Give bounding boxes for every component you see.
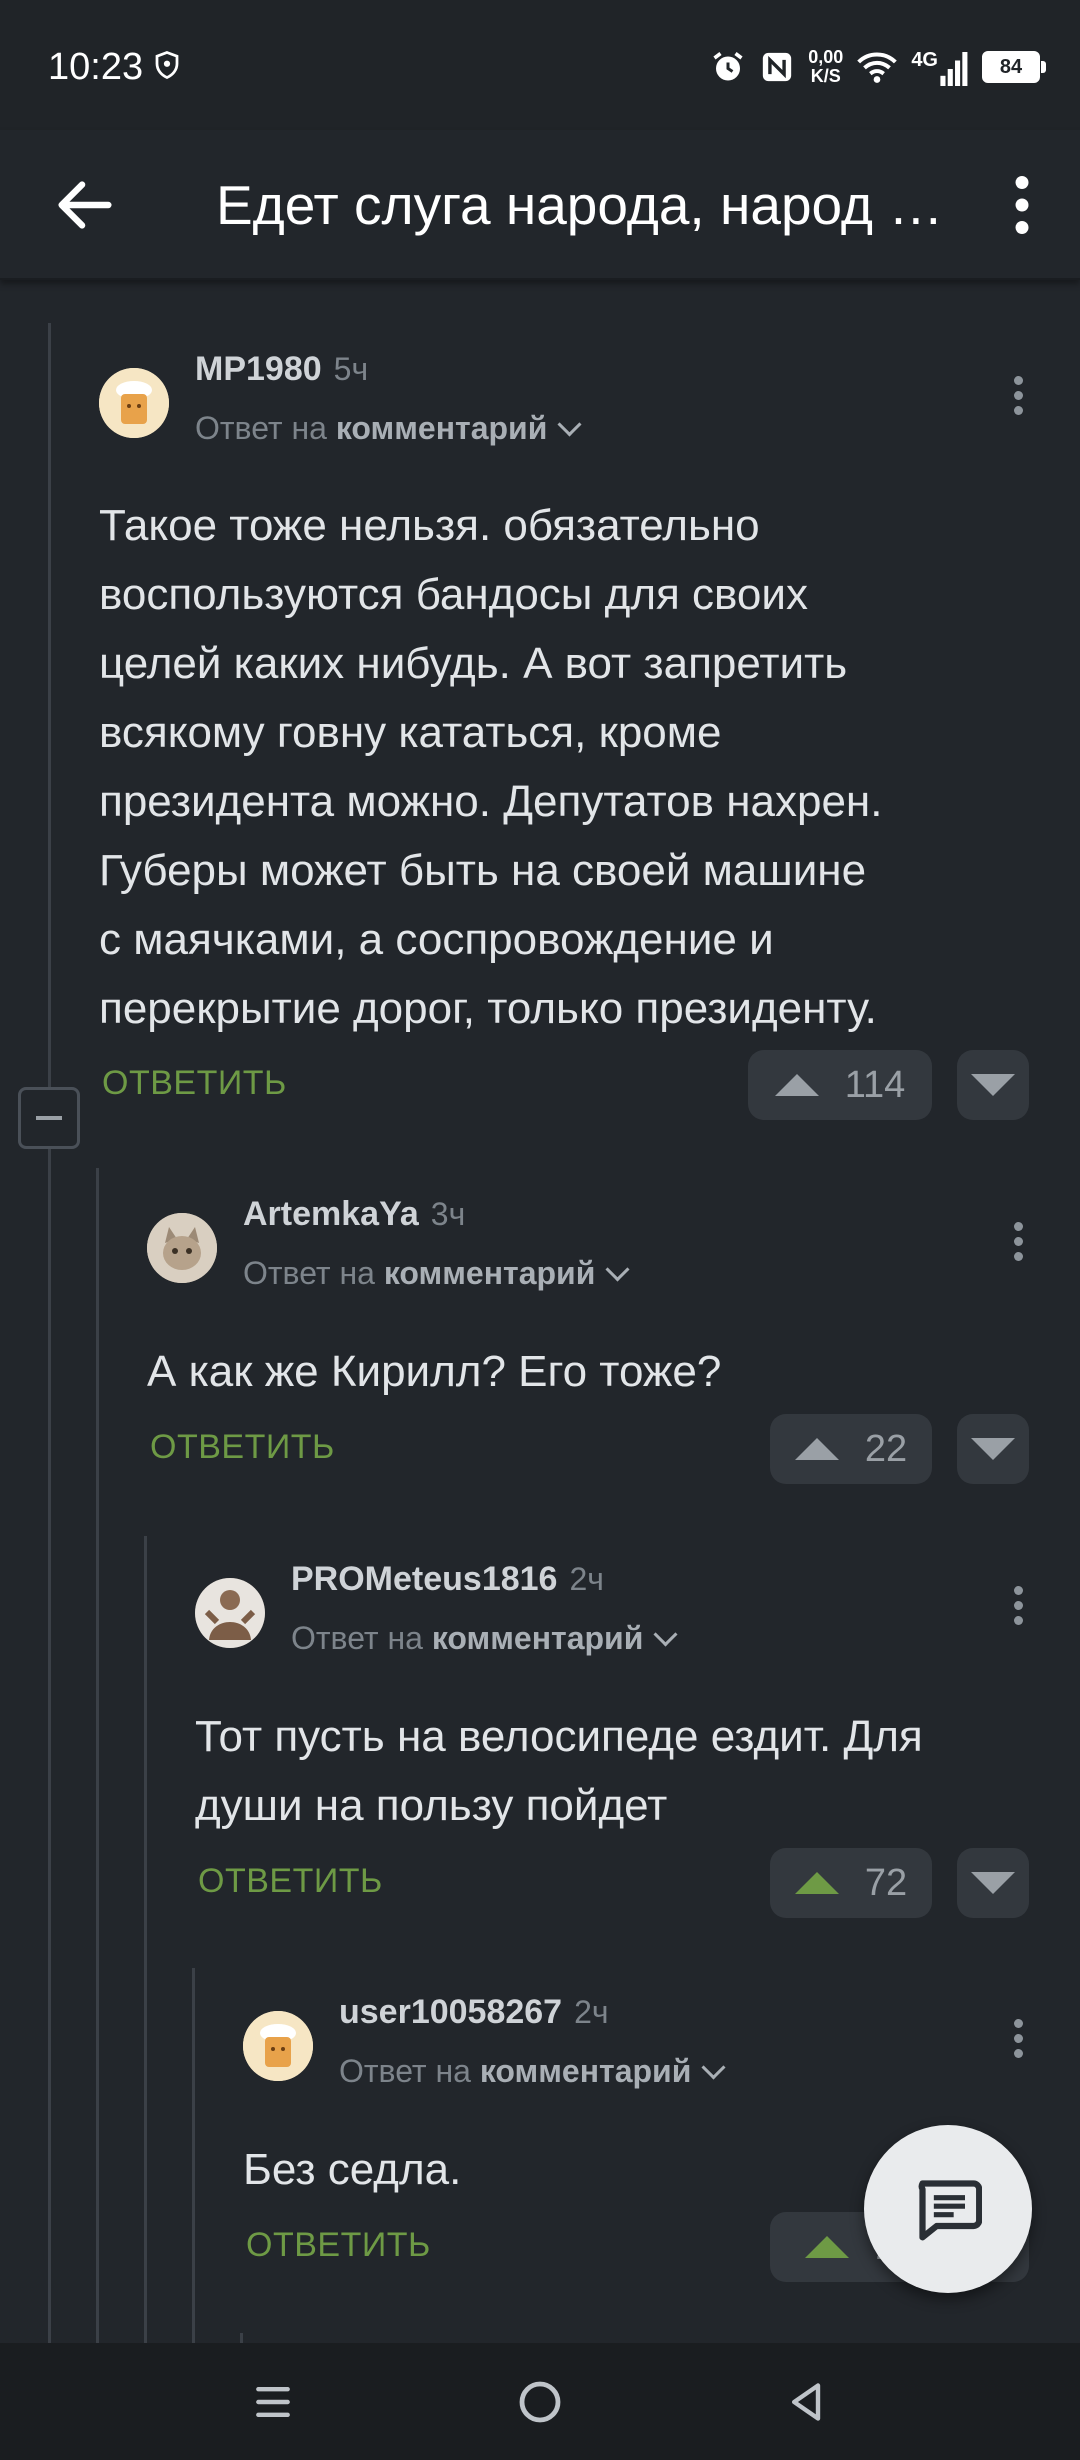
nfc-icon [763, 52, 792, 82]
alarm-icon [713, 52, 743, 81]
signal-icon: 4G [911, 49, 968, 86]
reply-to[interactable]: Ответ на комментарий [339, 2053, 726, 2090]
chef-avatar-icon [243, 2011, 313, 2081]
wifi-icon [857, 52, 898, 83]
chevron-down-icon[interactable] [701, 2055, 726, 2080]
avatar[interactable] [243, 2011, 313, 2081]
reply-target[interactable]: комментарий [480, 2053, 692, 2089]
recents-button[interactable] [233, 2362, 313, 2442]
chat-icon [918, 2180, 982, 2241]
home-circle-icon [519, 2381, 561, 2422]
back-triangle-icon [791, 2382, 820, 2421]
home-button[interactable] [500, 2362, 580, 2442]
reply-button[interactable]: ОТВЕТИТЬ [246, 2226, 431, 2265]
net-speed-value: 0,00 [808, 47, 844, 67]
comment: user10058267 2ч Ответ на комментарий Без … [0, 278, 1080, 2343]
comment-text: Без седла. [243, 2145, 462, 2194]
net-speed: 0,00 K/S [808, 48, 843, 86]
page-title: Едет слуга народа, народ стоит [216, 174, 946, 236]
username[interactable]: user10058267 [339, 1993, 562, 2031]
back-button[interactable] [767, 2362, 847, 2442]
net-speed-unit: K/S [810, 66, 841, 86]
status-icons: 0,00 K/S 4G 84 [710, 44, 1046, 90]
status-time: 10:23 [48, 46, 144, 88]
comment-thread[interactable]: MP1980 5ч Ответ на комментарий Такое тоже… [0, 278, 1080, 2343]
minus-icon [36, 1116, 62, 1120]
back-arrow-icon[interactable] [50, 170, 120, 240]
battery-icon: 84 [982, 51, 1046, 83]
collapse-thread-button[interactable] [18, 1087, 80, 1149]
reply-prefix: Ответ на [339, 2053, 471, 2089]
more-vert-icon[interactable] [992, 170, 1052, 240]
upvote-icon [805, 2236, 850, 2258]
comment-time: 2ч [574, 1994, 609, 2030]
comment-menu-icon[interactable] [998, 2013, 1038, 2073]
system-nav-bar [0, 2343, 1080, 2460]
shield-icon [155, 51, 179, 80]
menu-lines-icon [256, 2386, 291, 2417]
comment-fab-button[interactable] [864, 2125, 1032, 2293]
app-bar: Едет слуга народа, народ стоит [0, 130, 1080, 280]
status-bar: 10:23 0,00 K/S 4G 84 [0, 0, 1080, 130]
network-gen: 4G [911, 48, 938, 71]
comment-author[interactable]: user10058267 2ч [339, 1993, 609, 2032]
